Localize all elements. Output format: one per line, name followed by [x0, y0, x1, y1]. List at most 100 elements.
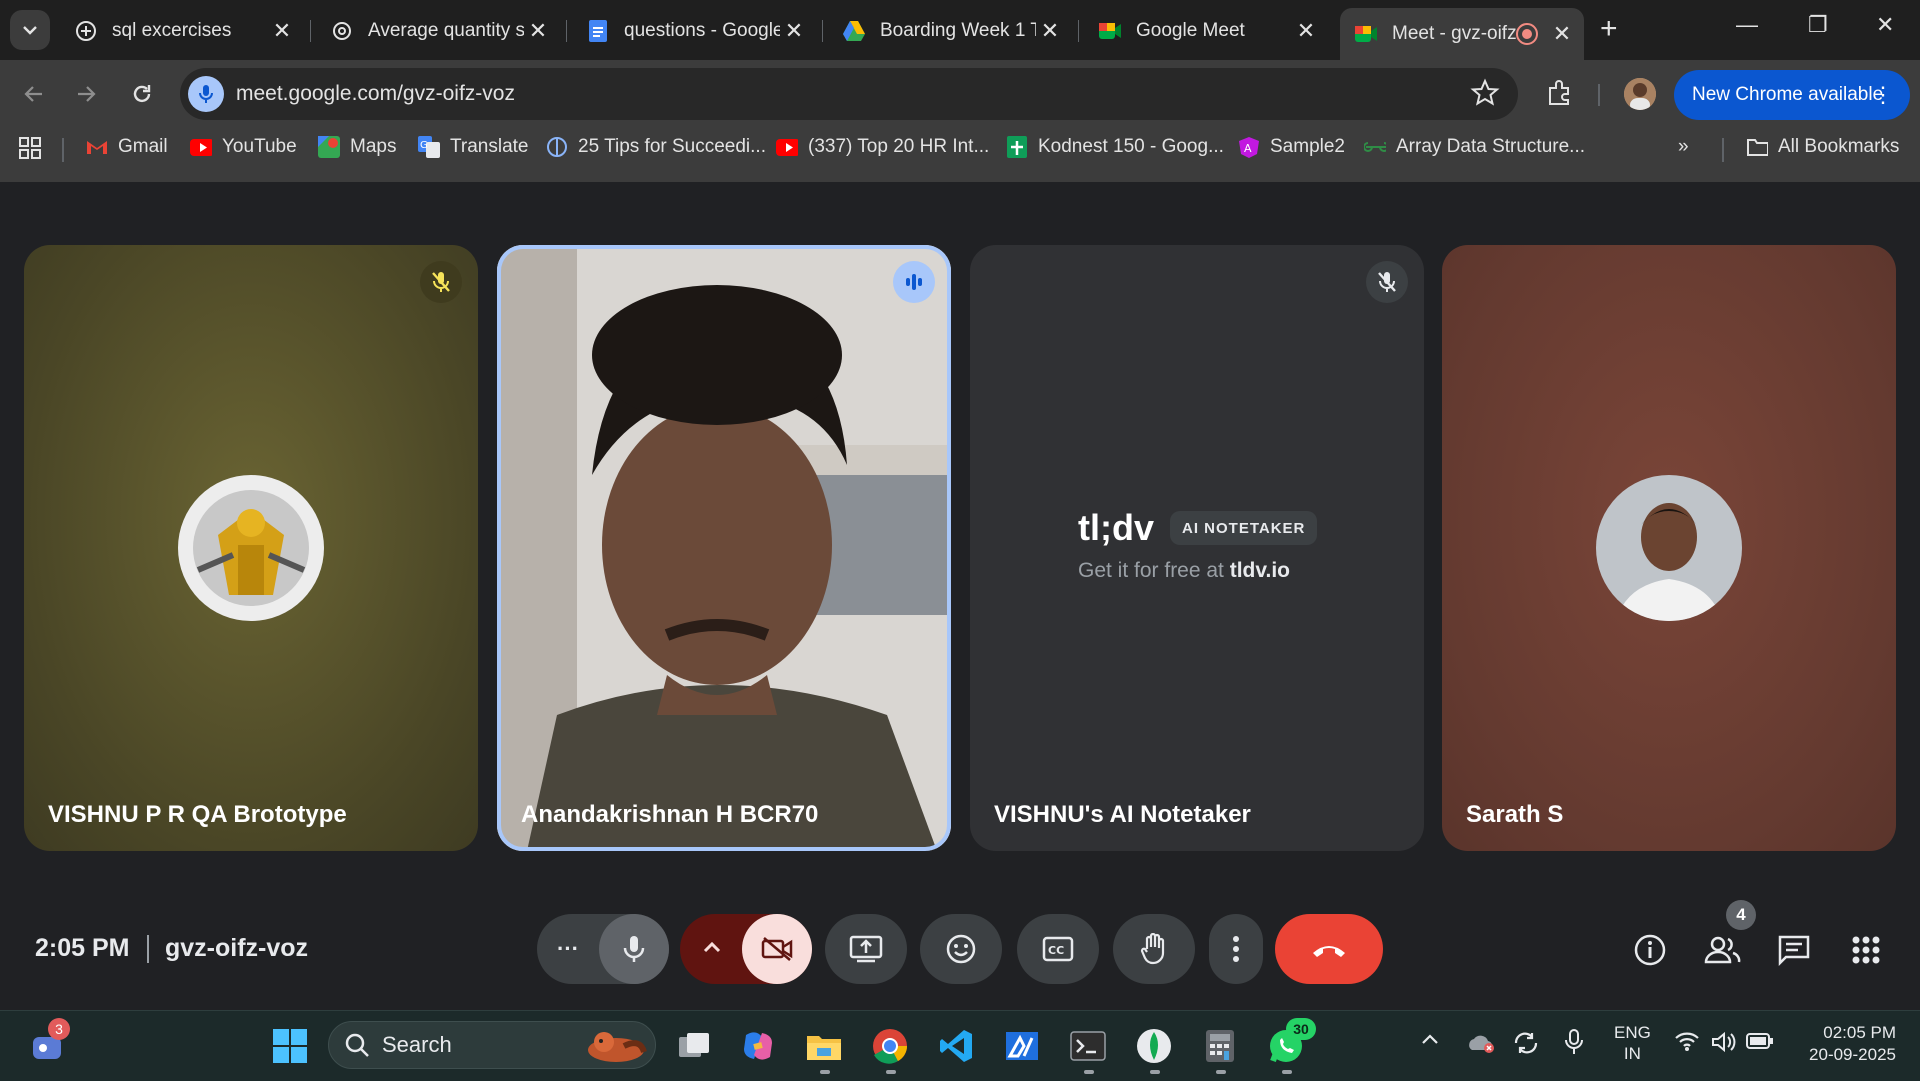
audio-options-icon[interactable]: ···: [557, 936, 579, 962]
participant-tile[interactable]: Sarath S: [1442, 245, 1896, 851]
profile-avatar[interactable]: [1624, 78, 1656, 110]
tab-boarding-week[interactable]: Boarding Week 1 T ✕: [828, 8, 1072, 54]
reload-icon: [133, 85, 151, 103]
whatsapp-unread-badge: 30: [1286, 1018, 1316, 1040]
promo-prefix: Get it for free at: [1078, 559, 1230, 582]
input-language[interactable]: ENG IN: [1614, 1022, 1651, 1064]
task-view-icon[interactable]: [674, 1026, 714, 1066]
present-screen-button[interactable]: [825, 914, 907, 984]
microphone-icon[interactable]: [188, 76, 224, 112]
url-text[interactable]: meet.google.com/gvz-oifz-voz: [236, 82, 515, 106]
participant-name: VISHNU P R QA Brototype: [48, 801, 347, 828]
more-options-button[interactable]: [1209, 914, 1263, 984]
tab-title: Google Meet: [1136, 20, 1245, 41]
mic-muted-icon: [420, 261, 462, 303]
terminal-icon[interactable]: [1068, 1026, 1108, 1066]
taskbar-clock[interactable]: 02:05 PM 20-09-2025: [1796, 1022, 1896, 1066]
restore-icon[interactable]: ❐: [1808, 12, 1828, 38]
close-window-icon[interactable]: ✕: [1876, 12, 1894, 38]
bookmark-array-data-structure[interactable]: Array Data Structure...: [1364, 136, 1585, 158]
folder-icon: [1746, 137, 1768, 157]
chat-button[interactable]: [1774, 930, 1814, 970]
camera-toggle-button[interactable]: [742, 914, 812, 984]
reload-button[interactable]: [128, 80, 156, 108]
raise-hand-button[interactable]: [1113, 914, 1195, 984]
meeting-details-button[interactable]: [1630, 930, 1670, 970]
forward-button[interactable]: [72, 80, 100, 108]
volume-icon[interactable]: [1710, 1030, 1738, 1059]
tab-questions-google-docs[interactable]: questions - Google ✕: [572, 8, 816, 54]
running-indicator: [1282, 1070, 1292, 1074]
start-button[interactable]: [270, 1026, 310, 1066]
bookmark-kodnest[interactable]: Kodnest 150 - Goog...: [1006, 136, 1224, 158]
bookmark-translate[interactable]: G Translate: [418, 136, 529, 158]
captions-button[interactable]: CC: [1017, 914, 1099, 984]
emoji-icon: [946, 934, 976, 964]
video-options-chevron-up-icon[interactable]: [702, 940, 722, 959]
bookmark-star-icon[interactable]: [1470, 78, 1500, 113]
audio-level-icon: [893, 261, 935, 303]
wifi-icon[interactable]: [1674, 1030, 1700, 1057]
bookmark-maps[interactable]: Maps: [318, 136, 396, 158]
bookmark-hr-interview[interactable]: (337) Top 20 HR Int...: [776, 136, 989, 158]
search-icon: [344, 1032, 370, 1063]
show-hidden-icons-chevron-up-icon[interactable]: [1420, 1030, 1440, 1051]
meeting-clock: 2:05 PM: [35, 934, 130, 962]
battery-icon[interactable]: [1746, 1032, 1774, 1055]
vscode-icon[interactable]: [936, 1026, 976, 1066]
participant-tile[interactable]: VISHNU P R QA Brototype: [24, 245, 478, 851]
new-chrome-available-button[interactable]: New Chrome available ⋮: [1674, 70, 1910, 120]
new-tab-button[interactable]: +: [1600, 12, 1618, 46]
recording-icon: [1516, 23, 1538, 45]
more-vertical-icon[interactable]: ⋮: [1872, 82, 1894, 108]
file-explorer-icon[interactable]: [804, 1026, 844, 1066]
onedrive-error-icon[interactable]: [1466, 1030, 1496, 1059]
tab-average-quantity[interactable]: Average quantity s ✕: [316, 8, 560, 54]
leave-call-button[interactable]: [1275, 914, 1383, 984]
apps-grid-icon[interactable]: [18, 136, 42, 160]
reactions-button[interactable]: [920, 914, 1002, 984]
bookmark-gmail[interactable]: Gmail: [86, 136, 168, 158]
close-tab-icon[interactable]: ✕: [1036, 18, 1064, 44]
running-indicator: [820, 1070, 830, 1074]
tab-separator: [310, 20, 311, 42]
participant-name: Sarath S: [1466, 801, 1564, 828]
bookmark-25-tips[interactable]: 25 Tips for Succeedi...: [546, 136, 766, 158]
chrome-icon[interactable]: [870, 1026, 910, 1066]
bookmark-sample2[interactable]: A Sample2: [1238, 136, 1345, 158]
bookmark-youtube[interactable]: YouTube: [190, 136, 297, 158]
gmail-icon: [86, 137, 108, 157]
calculator-icon[interactable]: [1200, 1026, 1240, 1066]
close-tab-icon[interactable]: ✕: [268, 18, 296, 44]
people-button[interactable]: [1702, 930, 1742, 970]
more-bookmarks-icon[interactable]: »: [1678, 136, 1689, 158]
mongodb-compass-icon[interactable]: [1134, 1026, 1174, 1066]
google-drive-icon: [842, 19, 866, 43]
tab-title: Average quantity s: [368, 20, 524, 41]
all-bookmarks-label: All Bookmarks: [1778, 136, 1900, 157]
bookmark-label: Array Data Structure...: [1396, 136, 1586, 157]
sync-icon[interactable]: [1512, 1030, 1540, 1061]
close-tab-icon[interactable]: ✕: [524, 18, 552, 44]
running-indicator: [1150, 1070, 1160, 1074]
taskbar-time: 02:05 PM: [1823, 1023, 1896, 1042]
tab-search-button[interactable]: [10, 10, 50, 50]
back-button[interactable]: [20, 80, 48, 108]
close-tab-icon[interactable]: ✕: [1548, 21, 1576, 47]
minimize-icon[interactable]: —: [1736, 12, 1758, 38]
tab-sql-excercises[interactable]: sql excercises ✕: [60, 8, 304, 54]
microphone-in-use-icon[interactable]: [1564, 1028, 1584, 1061]
extensions-icon[interactable]: [1544, 78, 1574, 113]
ai-notetaker-badge: AI NOTETAKER: [1170, 511, 1318, 545]
azure-data-studio-icon[interactable]: [1002, 1026, 1042, 1066]
activities-button[interactable]: [1846, 930, 1886, 970]
tab-meet-active[interactable]: Meet - gvz-oifz ✕: [1340, 8, 1584, 60]
all-bookmarks[interactable]: All Bookmarks: [1746, 136, 1899, 158]
copilot-icon[interactable]: [738, 1026, 778, 1066]
participant-tile-speaking[interactable]: Anandakrishnan H BCR70: [497, 245, 951, 851]
tab-google-meet[interactable]: Google Meet ✕: [1084, 8, 1328, 54]
close-tab-icon[interactable]: ✕: [780, 18, 808, 44]
microphone-toggle-button[interactable]: [599, 914, 669, 984]
participant-tile-notetaker[interactable]: tl;dv AI NOTETAKER Get it for free at tl…: [970, 245, 1424, 851]
close-tab-icon[interactable]: ✕: [1292, 18, 1320, 44]
